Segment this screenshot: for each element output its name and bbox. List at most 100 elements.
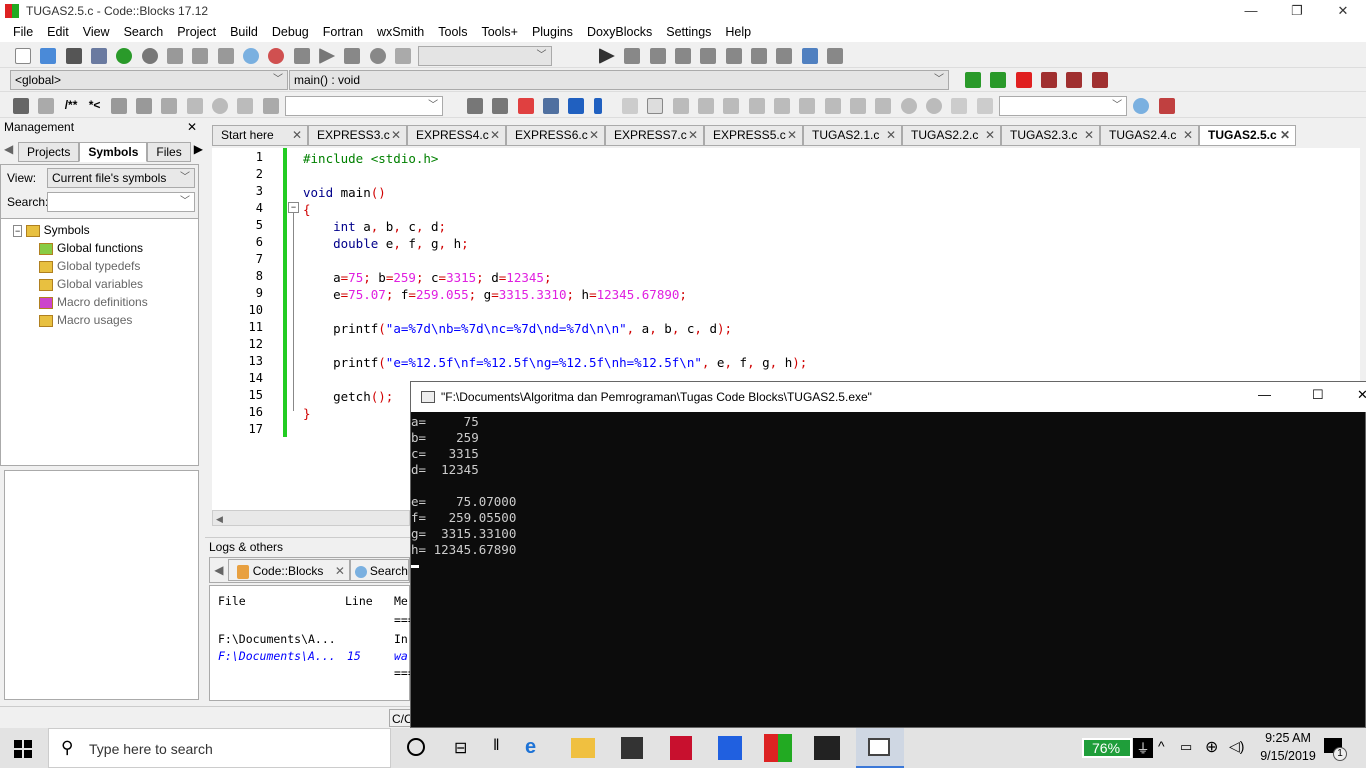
taskbar-search-box[interactable]: ⚲ Type here to search — [48, 728, 391, 768]
chm-icon[interactable] — [136, 98, 153, 114]
column-file[interactable]: File — [218, 594, 246, 608]
match-case-icon[interactable] — [568, 98, 585, 114]
volume-icon[interactable]: ◁) — [1229, 738, 1244, 755]
mcafee-icon[interactable] — [670, 736, 692, 760]
toggle-change-icon[interactable] — [212, 98, 229, 114]
shape-3-icon[interactable] — [773, 98, 790, 114]
jump-forward-icon[interactable] — [990, 72, 1007, 88]
rebuild-icon[interactable] — [369, 48, 386, 64]
step-into-icon[interactable] — [674, 48, 691, 64]
file-explorer-icon[interactable] — [571, 738, 595, 758]
tab-search-results[interactable]: Search — [349, 559, 410, 581]
tree-item-macro-usages[interactable]: Macro usages — [13, 311, 198, 329]
console-taskbar-button[interactable] — [856, 728, 904, 768]
regex-icon[interactable] — [593, 98, 602, 114]
redo-icon[interactable] — [141, 48, 158, 64]
close-tab-icon[interactable]: ✕ — [292, 128, 302, 142]
next-instruction-icon[interactable] — [725, 48, 742, 64]
tree-item-global-variables[interactable]: Global variables — [13, 275, 198, 293]
menu-edit[interactable]: Edit — [40, 22, 76, 42]
menu-doxyblocks[interactable]: DoxyBlocks — [580, 22, 659, 42]
debug-run-icon[interactable] — [598, 48, 615, 64]
pause-icon[interactable] — [750, 48, 767, 64]
save-all-icon[interactable] — [91, 48, 108, 64]
stop-debug-icon[interactable] — [776, 48, 793, 64]
shape-2-icon[interactable] — [748, 98, 765, 114]
clear-search-icon[interactable] — [262, 98, 279, 114]
build-run-icon[interactable] — [344, 48, 361, 64]
tree-item-global-typedefs[interactable]: Global typedefs — [13, 257, 198, 275]
menu-fortran[interactable]: Fortran — [316, 22, 370, 42]
clock-time[interactable]: 9:25 AM — [1258, 731, 1318, 745]
doxywizard-icon[interactable] — [13, 98, 29, 114]
log-row-file[interactable]: F:\Documents\A... — [218, 649, 336, 663]
tab-tugas2-1[interactable]: TUGAS2.1.c ✕ — [803, 125, 902, 146]
plug-icon[interactable]: ⏚ — [1133, 738, 1153, 758]
close-tab-icon[interactable]: ✕ — [589, 128, 599, 142]
tab-tugas2-4[interactable]: TUGAS2.4.c ✕ — [1100, 125, 1199, 146]
tab-files[interactable]: Files — [147, 142, 191, 162]
rect-icon[interactable] — [647, 98, 664, 114]
tab-tugas2-5[interactable]: TUGAS2.5.c ✕ — [1199, 125, 1296, 146]
fold-marker-icon[interactable]: − — [288, 202, 299, 213]
minimize-button[interactable]: — — [1228, 0, 1274, 22]
task-view-icon[interactable]: ⊟ — [454, 738, 467, 758]
close-tab-icon[interactable]: ✕ — [787, 128, 797, 142]
scope-select[interactable]: <global> ﹀ — [10, 70, 288, 90]
tab-express4[interactable]: EXPRESS4.c ✕ — [407, 125, 506, 146]
tab-codeblocks-log[interactable]: Code::Blocks ✕ — [227, 559, 350, 581]
s-icon[interactable] — [951, 98, 968, 114]
power-icon[interactable]: ▭ — [1180, 739, 1192, 755]
cortana-icon[interactable] — [407, 738, 425, 756]
find-icon[interactable] — [243, 48, 260, 64]
console-window[interactable]: "F:\Documents\Algoritma dan Pemrograman\… — [410, 381, 1366, 728]
close-tab-icon[interactable]: ✕ — [1280, 128, 1290, 142]
text-icon[interactable] — [697, 98, 714, 114]
highlight-icon[interactable] — [517, 98, 534, 114]
paste-icon[interactable] — [217, 48, 234, 64]
menu-tools[interactable]: Tools — [431, 22, 474, 42]
menu-wxsmith[interactable]: wxSmith — [370, 22, 431, 42]
build-log-list[interactable]: File Line Me === F:\Documents\A... In F:… — [209, 585, 415, 701]
tab-express3[interactable]: EXPRESS3.c ✕ — [308, 125, 407, 146]
c-icon[interactable] — [976, 98, 993, 114]
tab-tugas2-3[interactable]: TUGAS2.3.c ✕ — [1001, 125, 1100, 146]
wrench-icon[interactable] — [161, 98, 178, 114]
menu-help[interactable]: Help — [718, 22, 758, 42]
symbol-filter-input[interactable]: ﹀ — [47, 192, 195, 212]
close-button[interactable]: ✕ — [1320, 0, 1366, 22]
incremental-search-input[interactable]: ﹀ — [285, 96, 444, 116]
clock-date[interactable]: 9/15/2019 — [1255, 749, 1321, 763]
console-close-button[interactable]: ✕ — [1357, 387, 1366, 403]
search-prev-icon[interactable] — [466, 98, 483, 114]
paint-icon[interactable] — [718, 736, 742, 760]
column-line[interactable]: Line — [345, 594, 373, 608]
close-tab-icon[interactable]: ✕ — [391, 128, 401, 142]
selected-text-icon[interactable] — [542, 98, 559, 114]
extract-icon[interactable] — [38, 98, 55, 114]
toggle-bookmark-icon[interactable] — [1015, 72, 1032, 88]
prev-bookmark-icon[interactable] — [1041, 72, 1058, 88]
edge-icon[interactable]: e — [525, 736, 536, 759]
jump-back-icon[interactable] — [965, 72, 981, 88]
battery-indicator[interactable]: 76% — [1082, 738, 1132, 758]
console-maximize-button[interactable]: ☐ — [1312, 387, 1324, 403]
menu-settings[interactable]: Settings — [659, 22, 718, 42]
tab-symbols[interactable]: Symbols — [79, 142, 148, 162]
close-tab-icon[interactable]: ✕ — [886, 128, 896, 142]
shape-4-icon[interactable] — [799, 98, 816, 114]
close-panel-icon[interactable]: ✕ — [187, 118, 197, 136]
cut-icon[interactable] — [167, 48, 184, 64]
video-editor-icon[interactable] — [814, 736, 840, 760]
network-icon[interactable]: ⊕ — [1205, 737, 1218, 757]
menu-build[interactable]: Build — [223, 22, 265, 42]
tab-express6[interactable]: EXPRESS6.c ✕ — [506, 125, 605, 146]
tab-start-here[interactable]: Start here ✕ — [212, 125, 308, 146]
build-target-select[interactable]: ﹀ — [417, 46, 552, 66]
search-next-icon[interactable] — [492, 98, 509, 114]
next-bookmark-icon[interactable] — [1066, 72, 1083, 88]
menu-tools-plus[interactable]: Tools+ — [474, 22, 524, 42]
pointer-icon[interactable] — [621, 98, 638, 114]
image-icon[interactable] — [672, 98, 689, 114]
block-comment-button[interactable]: /** — [65, 98, 78, 112]
